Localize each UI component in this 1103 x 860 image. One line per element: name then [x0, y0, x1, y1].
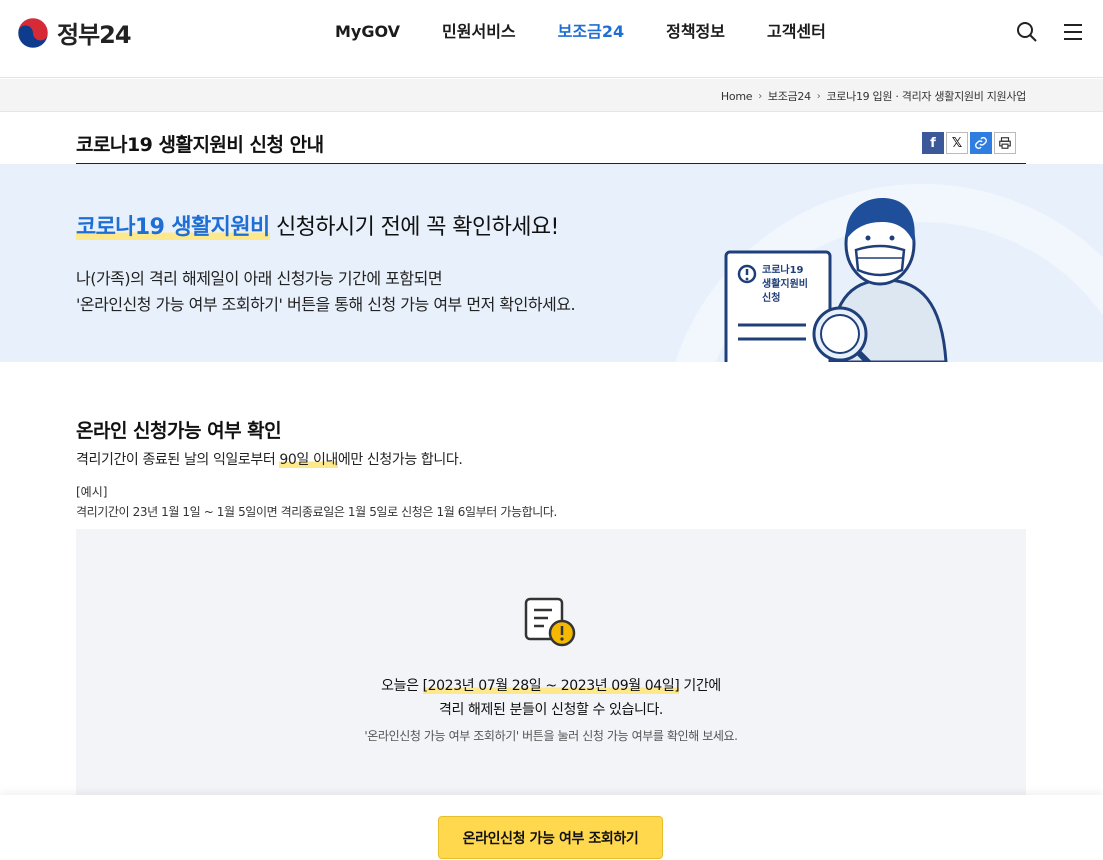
link-icon[interactable] — [970, 132, 992, 154]
guide-text: '온라인신청 가능 여부 조회하기' 버튼을 눌러 신청 가능 여부를 확인해 … — [364, 729, 738, 743]
bottom-action-bar: 온라인신청 가능 여부 조회하기 — [0, 795, 1103, 860]
eligibility-text: 격리 해제된 분들이 신청할 수 있습니다. — [439, 702, 663, 718]
banner-desc-line1: 나(가족)의 격리 해제일이 아래 신청가능 기간에 포함되면 — [76, 269, 443, 288]
title-row: 코로나19 생활지원비 신청 안내 f 𝕏 — [76, 112, 1026, 164]
person-with-document-illustration: 코로나19 생활지원비 신청 — [724, 198, 948, 362]
check-eligibility-button[interactable]: 온라인신청 가능 여부 조회하기 — [438, 816, 663, 859]
nav-customer-center[interactable]: 고객센터 — [767, 20, 826, 44]
nav-civil-service[interactable]: 민원서비스 — [442, 20, 516, 44]
breadcrumb-bar: Home › 보조금24 › 코로나19 입원 · 격리자 생활지원비 지원사업 — [0, 79, 1103, 112]
section-title: 온라인 신청가능 여부 확인 — [76, 420, 282, 442]
site-logo[interactable]: 정부24 — [17, 15, 132, 50]
menu-icon[interactable] — [1061, 20, 1085, 44]
banner-desc-line2: '온라인신청 가능 여부 조회하기' 버튼을 통해 신청 가능 여부 먼저 확인… — [76, 295, 576, 314]
chevron-right-icon: › — [816, 90, 821, 102]
facebook-icon[interactable]: f — [922, 132, 944, 154]
notice-banner: 코로나19 생활지원비 신청하시기 전에 꼭 확인하세요! 나(가족)의 격리 … — [0, 164, 1103, 362]
period-after: 기간에 — [679, 678, 721, 694]
subtitle-after: 에만 신청가능 합니다. — [337, 452, 463, 468]
banner-headline: 코로나19 생활지원비 신청하시기 전에 꼭 확인하세요! — [76, 209, 559, 241]
period-highlight: [2023년 07월 28일 ~ 2023년 09월 04일] — [422, 678, 680, 694]
banner-description: 나(가족)의 격리 해제일이 아래 신청가능 기간에 포함되면 '온라인신청 가… — [76, 266, 576, 318]
site-header: 정부24 MyGOV 민원서비스 보조금24 정책정보 고객센터 — [0, 0, 1103, 78]
subtitle-highlight: 90일 이내 — [279, 452, 338, 468]
illustration-card-line2: 생활지원비 — [762, 277, 808, 290]
taegeuk-logo-icon — [17, 17, 49, 48]
example-text: 격리기간이 23년 1월 1일 ~ 1월 5일이면 격리종료일은 1월 5일로 … — [76, 505, 557, 519]
logo-text: 정부24 — [57, 21, 132, 49]
section-subtitle: 격리기간이 종료된 날의 익일로부터 90일 이내에만 신청가능 합니다. — [76, 449, 463, 469]
nav-mygov[interactable]: MyGOV — [335, 20, 400, 44]
share-buttons: f 𝕏 — [922, 132, 1016, 154]
subtitle-before: 격리기간이 종료된 날의 익일로부터 — [76, 452, 280, 468]
print-icon[interactable] — [994, 132, 1016, 154]
nav-policy-info[interactable]: 정책정보 — [666, 20, 725, 44]
x-icon[interactable]: 𝕏 — [946, 132, 968, 154]
breadcrumb-subsidy24[interactable]: 보조금24 — [768, 88, 811, 104]
page-title: 코로나19 생활지원비 신청 안내 — [76, 134, 324, 156]
breadcrumb-home[interactable]: Home — [721, 90, 753, 103]
banner-headline-highlight: 코로나19 생활지원비 — [76, 215, 270, 240]
period-before: 오늘은 — [381, 678, 423, 694]
chevron-right-icon: › — [758, 90, 762, 102]
breadcrumb: Home › 보조금24 › 코로나19 입원 · 격리자 생활지원비 지원사업 — [721, 88, 1026, 104]
example-label: [예시] — [76, 485, 108, 499]
eligibility-info-box: 오늘은 [2023년 07월 28일 ~ 2023년 09월 04일] 기간에 … — [76, 529, 1026, 829]
period-text: 오늘은 [2023년 07월 28일 ~ 2023년 09월 04일] 기간에 — [76, 675, 1026, 695]
nav-subsidy24[interactable]: 보조금24 — [558, 20, 624, 44]
illustration-card-line3: 신청 — [762, 291, 780, 304]
search-icon[interactable] — [1015, 20, 1039, 44]
banner-headline-rest: 신청하시기 전에 꼭 확인하세요! — [269, 215, 559, 240]
main-nav: MyGOV 민원서비스 보조금24 정책정보 고객센터 — [335, 20, 868, 44]
document-alert-icon — [524, 597, 576, 647]
breadcrumb-current: 코로나19 입원 · 격리자 생활지원비 지원사업 — [826, 90, 1026, 103]
illustration-card-line1: 코로나19 — [762, 263, 804, 276]
